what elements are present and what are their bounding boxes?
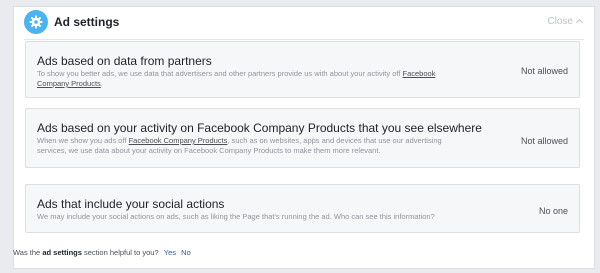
feedback-no-link[interactable]: No [181,248,191,257]
feedback-prompt: Was the ad settings section helpful to y… [13,248,191,257]
close-button[interactable]: Close [547,16,584,27]
setting-title: Ads that include your social actions [37,197,225,211]
setting-description: We may include your social actions on ad… [37,212,435,221]
setting-description: When we show you ads off Facebook Compan… [37,136,457,156]
setting-title: Ads based on data from partners [37,54,212,68]
feedback-yes-link[interactable]: Yes [164,248,176,257]
feedback-suffix: section helpful to you? [84,248,159,257]
ad-settings-panel: Ad settings Close Ads based on data from… [13,6,595,269]
facebook-company-products-link[interactable]: Facebook Company Products [129,136,228,145]
desc-text: When we show you ads off [37,136,129,145]
gear-icon [24,10,48,34]
setting-status: No one [538,206,568,216]
setting-status: Not allowed [520,136,568,146]
setting-activity-elsewhere[interactable]: Ads based on your activity on Facebook C… [25,108,580,168]
setting-description: To show you better ads, we use data that… [37,69,457,89]
desc-text-end: . [100,79,103,88]
chevron-up-icon [575,18,584,27]
setting-title: Ads based on your activity on Facebook C… [37,121,482,135]
page-title: Ad settings [54,15,120,29]
header-divider [24,39,584,40]
setting-partners-data[interactable]: Ads based on data from partners To show … [25,41,580,98]
setting-status: Not allowed [520,66,568,76]
close-label: Close [547,16,573,27]
gear-icon-glyph [29,15,43,29]
panel-header: Ad settings Close [14,7,594,37]
feedback-prefix: Was the [13,248,41,257]
feedback-section-name: ad settings [42,248,82,257]
setting-social-actions[interactable]: Ads that include your social actions We … [25,184,580,233]
desc-text: To show you better ads, we use data that… [37,69,403,78]
